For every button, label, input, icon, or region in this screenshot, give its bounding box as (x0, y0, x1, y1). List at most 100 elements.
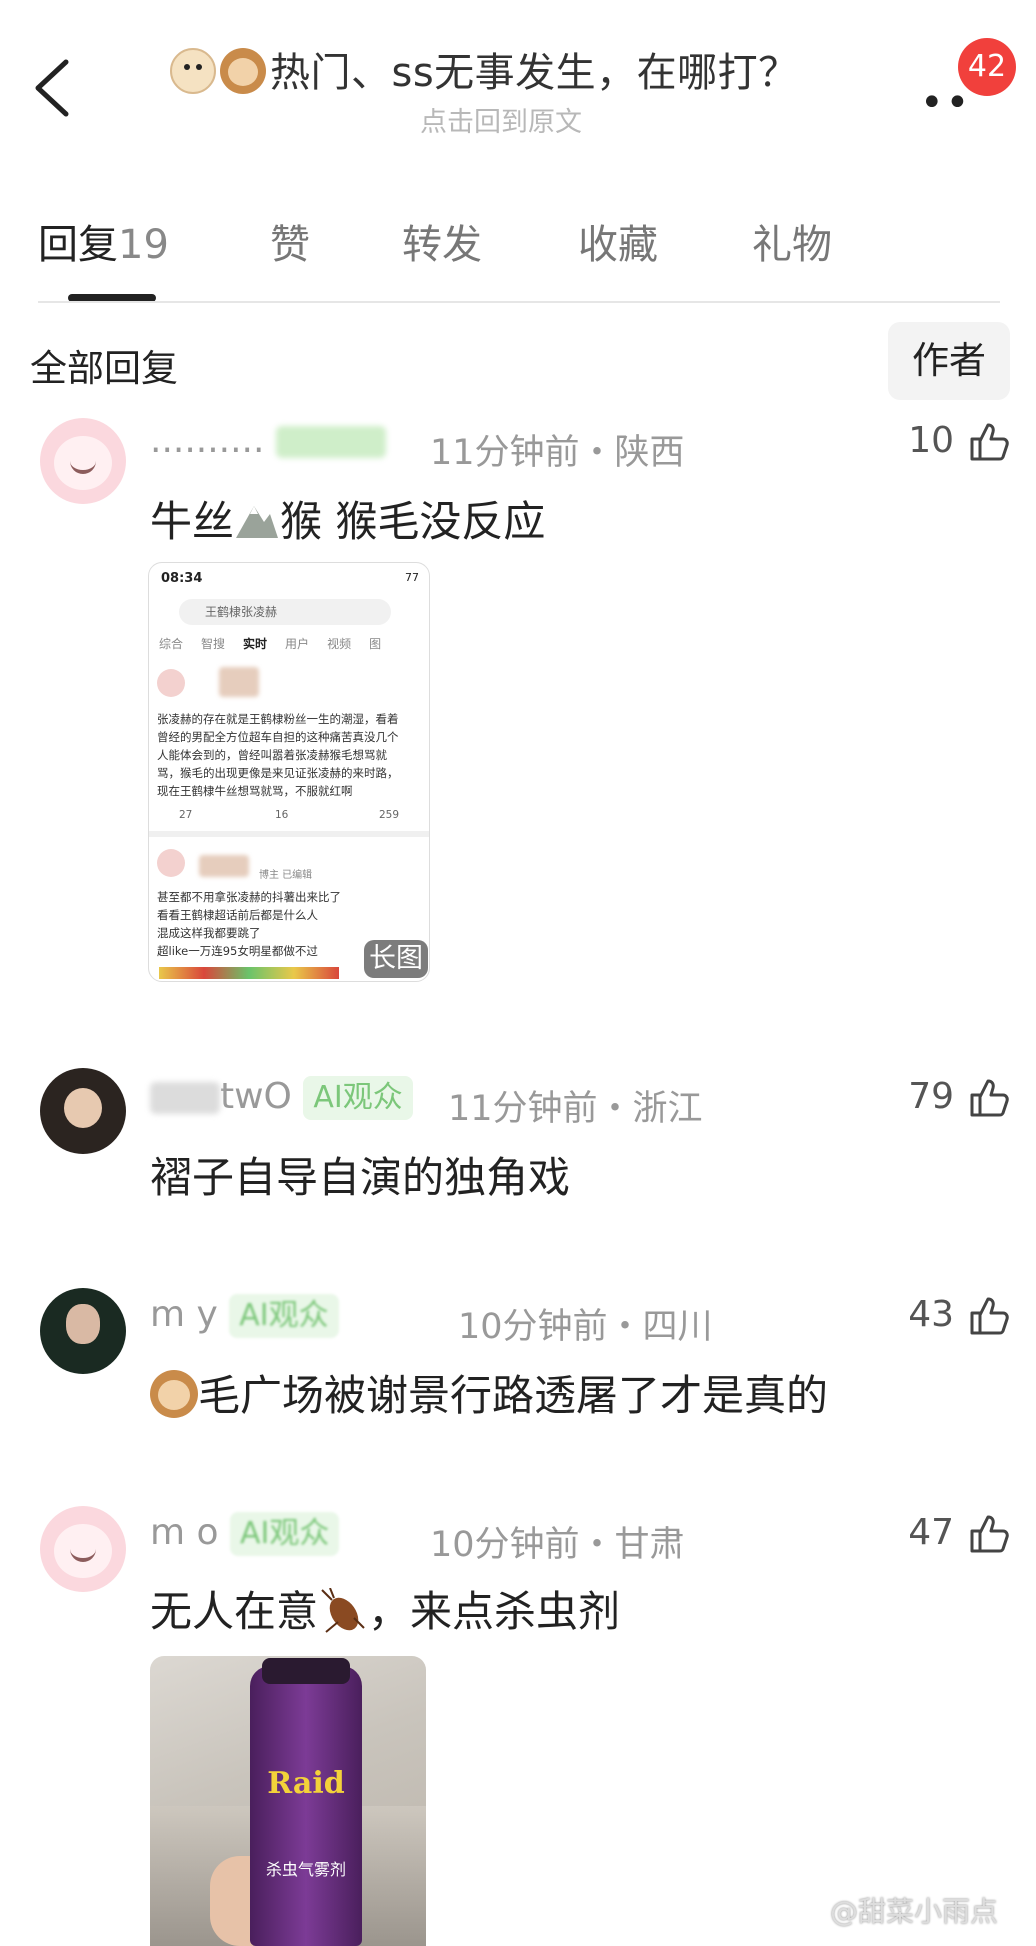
comment-text: 毛广场被谢景行路透屠了才是真的 (150, 1362, 828, 1423)
all-replies-heading: 全部回复 (30, 347, 178, 390)
spray-cap (262, 1658, 350, 1684)
thumbs-up-icon (970, 1515, 1009, 1553)
comment-username[interactable]: twO AI观众 (150, 1076, 413, 1120)
back-to-original-link[interactable]: 点击回到原文 (420, 100, 582, 139)
blurred-name (219, 667, 259, 697)
like-count: 47 (908, 1512, 954, 1553)
can-brand: Raid (267, 1766, 345, 1801)
cow-emoji-icon (170, 48, 216, 94)
tab-gifts[interactable]: 礼物 (752, 212, 832, 270)
monkey-emoji-icon (220, 48, 266, 94)
more-options-icon[interactable]: •• (920, 80, 971, 126)
watermark: @甜菜小雨点 (830, 1895, 999, 1928)
spray-can (250, 1666, 362, 1946)
author-filter-button[interactable]: 作者 (888, 322, 1010, 400)
long-image-badge: 长图 (364, 940, 428, 978)
comment-username[interactable]: m y AI观众 (150, 1294, 339, 1338)
post-line: 甚至都不用拿张凌赫的抖薯出来比了 (157, 890, 341, 904)
username-text: m y (150, 1294, 218, 1335)
insecticide-photo[interactable]: Raid 杀虫气雾剂 (150, 1656, 426, 1946)
search-tab: 实时 (243, 637, 268, 651)
ai-audience-tag: AI观众 (229, 1294, 339, 1338)
post-avatar (157, 849, 185, 877)
comment-text-part: 牛丝 (150, 497, 235, 546)
thumbs-up-icon (970, 1297, 1009, 1335)
comment-meta: 10分钟前・甘肃 (430, 1525, 685, 1565)
avatar[interactable] (40, 1068, 126, 1154)
search-tab: 用户 (285, 637, 310, 651)
comment-text-part: 无人在意 (150, 1587, 319, 1636)
avatar[interactable] (40, 418, 126, 504)
ai-audience-tag: AI观众 (230, 1512, 340, 1556)
comment-count: 16 (275, 809, 289, 821)
post-title-text: 热门、ss无事发生，在哪打？ (270, 50, 799, 96)
comment-meta: 10分钟前・四川 (458, 1307, 713, 1347)
username-text: .......... (150, 420, 265, 461)
like-button[interactable]: 10 (850, 420, 1010, 463)
mountain-emoji-icon (236, 506, 279, 538)
battery-level: 77 (405, 571, 419, 584)
like-button[interactable]: 79 (850, 1076, 1010, 1119)
avatar[interactable] (40, 1288, 126, 1374)
tab-replies-count: 19 (118, 222, 169, 268)
post-line: 张凌赫的存在就是王鹤棣粉丝一生的潮湿，看着 (157, 712, 399, 726)
comment-meta: 11分钟前・浙江 (448, 1089, 703, 1129)
notification-badge[interactable]: 42 (958, 38, 1016, 96)
comment-text: 无人在意 ，来点杀虫剂 (150, 1578, 620, 1639)
tabs-divider (38, 301, 1000, 303)
post-avatar (157, 669, 185, 697)
like-count: 79 (908, 1076, 954, 1117)
comment-text-part: 猴 猴毛没反应 (280, 497, 546, 546)
post-line: 超like一万连95女明星都做不过 (157, 944, 318, 958)
search-tab: 智搜 (201, 637, 226, 651)
back-arrow-icon[interactable] (30, 58, 74, 118)
blurred-tag (275, 426, 386, 458)
tab-replies-label: 回复 (38, 222, 118, 268)
long-image-attachment[interactable]: 08:34 77 王鹤棣张凌赫 综合 智搜 实时 用户 视频 图 张凌赫的存在就是王鹤棣粉… (148, 562, 430, 982)
comment-username[interactable]: .......... (150, 420, 386, 461)
search-tab: 视频 (327, 637, 352, 651)
repost-count: 27 (179, 809, 193, 821)
post-line: 骂，猴毛的出现更像是来见证张凌赫的来时路， (157, 766, 399, 780)
thumbs-up-icon (970, 423, 1009, 461)
username-text: twO (220, 1076, 292, 1117)
blurred-name (199, 855, 249, 877)
comment-text: 褶子自导自演的独角戏 (150, 1153, 571, 1202)
comment-text: 牛丝猴 猴毛没反应 (150, 488, 545, 549)
post-title[interactable]: 热门、ss无事发生，在哪打？ (170, 40, 870, 98)
embedded-chart-strip (159, 967, 339, 979)
like-count: 259 (379, 809, 400, 821)
post-separator (149, 831, 429, 837)
post-line: 人能体会到的，曾经叫嚣着张凌赫猴毛想骂就 (157, 748, 387, 762)
comment-text-part: 毛广场被谢景行路透屠了才是真的 (198, 1371, 829, 1420)
avatar[interactable] (40, 1506, 126, 1592)
comment-text-part: ，来点杀虫剂 (368, 1587, 621, 1636)
tab-reposts[interactable]: 转发 (402, 212, 482, 270)
like-button[interactable]: 47 (850, 1512, 1010, 1555)
tab-replies[interactable]: 回复19 (38, 212, 169, 270)
tab-likes[interactable]: 赞 (270, 212, 310, 270)
post-badge: 博主 已编辑 (259, 870, 313, 881)
like-button[interactable]: 43 (850, 1294, 1010, 1337)
search-tab: 综合 (159, 637, 184, 651)
search-tab: 图 (369, 637, 382, 651)
monkey-emoji-icon (150, 1370, 198, 1418)
post-line: 现在王鹤棣牛丝想骂就骂，不服就红啊 (157, 784, 353, 798)
status-time: 08:34 (161, 571, 203, 586)
thumbs-up-icon (970, 1079, 1009, 1117)
cockroach-emoji-icon (321, 1588, 365, 1633)
post-line: 看看王鹤棣超话前后都是什么人 (157, 908, 318, 922)
post-line: 混成这样我都要跳了 (157, 926, 261, 940)
ai-audience-tag: AI观众 (303, 1076, 413, 1120)
tab-favorites[interactable]: 收藏 (578, 212, 658, 270)
search-tabs: 综合 智搜 实时 用户 视频 图 (159, 635, 399, 652)
username-text: m o (150, 1512, 219, 1553)
comment-meta: 11分钟前・陕西 (430, 433, 685, 473)
post-line: 曾经的男配全方位超车自担的这种痛苦真没几个 (157, 730, 399, 744)
like-count: 10 (908, 420, 954, 461)
can-label: 杀虫气雾剂 (265, 1860, 346, 1879)
like-count: 43 (908, 1294, 954, 1335)
blurred-name (150, 1082, 220, 1114)
comment-username[interactable]: m o AI观众 (150, 1512, 340, 1556)
search-box: 王鹤棣张凌赫 (179, 599, 391, 625)
